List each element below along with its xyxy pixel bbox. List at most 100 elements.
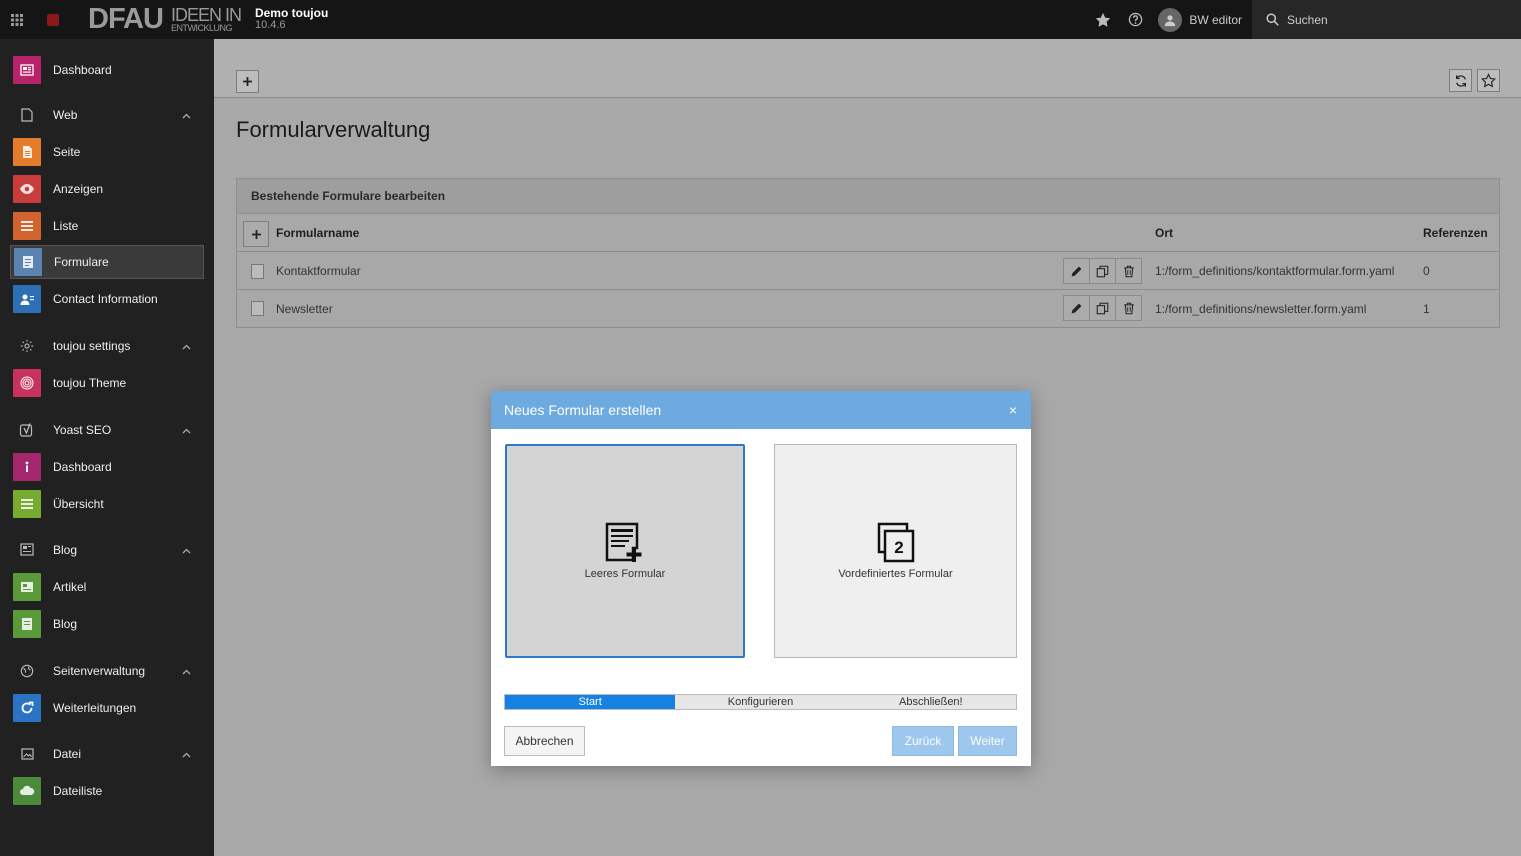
blank-form-option[interactable]: Leeres Formular	[505, 444, 745, 658]
delete-button[interactable]	[1115, 258, 1142, 284]
column-header-referenzen: Referenzen	[1423, 226, 1488, 240]
sidebar-group-label: Datei	[53, 746, 82, 761]
grid-icon	[11, 13, 23, 26]
sidebar-group-blog[interactable]: Blog	[0, 531, 214, 568]
image-icon	[13, 747, 41, 760]
add-form-button[interactable]	[243, 221, 269, 247]
article-icon	[13, 573, 41, 601]
sidebar-item-contact-information[interactable]: Contact Information	[10, 282, 204, 316]
site-info: Demo toujou 10.4.6	[255, 7, 328, 31]
user-name: BW editor	[1189, 12, 1242, 27]
form-location: 1:/form_definitions/newsletter.form.yaml	[1155, 301, 1367, 316]
info-icon	[13, 453, 41, 481]
sidebar-item-label: Seite	[53, 145, 81, 159]
modal-title: Neues Formular erstellen	[504, 402, 662, 418]
chevron-up-icon	[182, 664, 191, 678]
sidebar-item-label: Liste	[53, 219, 79, 233]
modal-header: Neues Formular erstellen ×	[491, 391, 1031, 429]
sidebar-item-label: toujou Theme	[53, 376, 127, 390]
pencil-icon	[1071, 303, 1082, 313]
reload-button[interactable]	[1449, 69, 1472, 92]
bookmarks-button[interactable]	[1086, 0, 1119, 39]
refresh-icon	[1455, 74, 1466, 87]
sidebar-item-yoast-dashboard[interactable]: Dashboard	[10, 450, 204, 484]
back-button[interactable]: Zurück	[892, 726, 954, 756]
edit-button[interactable]	[1063, 295, 1090, 321]
next-button[interactable]: Weiter	[958, 726, 1017, 756]
chevron-up-icon	[182, 339, 191, 353]
new-button[interactable]	[236, 70, 259, 93]
sidebar-item-label: Formulare	[54, 255, 109, 269]
bookmark-button[interactable]	[1477, 69, 1500, 92]
edit-button[interactable]	[1063, 258, 1090, 284]
module-sidebar: Dashboard Web Seite Anzeigen Liste Formu…	[0, 39, 214, 856]
sidebar-item-label: Dashboard	[53, 63, 112, 77]
sidebar-group-seitenverwaltung[interactable]: Seitenverwaltung	[0, 652, 214, 689]
sidebar-group-yoast-seo[interactable]: Yoast SEO	[0, 411, 214, 448]
typo3-logo[interactable]	[34, 0, 72, 39]
avatar	[1158, 7, 1183, 32]
help-icon	[1129, 12, 1143, 27]
form-icon	[14, 248, 42, 276]
module-menu-toggle[interactable]	[0, 0, 34, 39]
page-module-icon	[13, 138, 41, 166]
sidebar-item-formulare[interactable]: Formulare	[10, 245, 204, 279]
new-form-icon	[605, 522, 642, 562]
copy-icon	[1096, 302, 1109, 314]
user-menu[interactable]: BW editor	[1152, 0, 1252, 39]
predefined-form-label: Vordefiniertes Formular	[838, 568, 953, 580]
sidebar-item-dashboard[interactable]: Dashboard	[10, 53, 204, 87]
contact-icon	[13, 285, 41, 313]
logo-big-text: DFAU	[88, 3, 164, 35]
row-actions	[1063, 258, 1142, 284]
search-field[interactable]: Suchen	[1252, 0, 1521, 39]
blog-icon	[13, 610, 41, 638]
trash-icon	[1123, 302, 1134, 314]
delete-button[interactable]	[1115, 295, 1142, 321]
brand-logo: DFAU IDEEN IN ENTWICKLUNG	[88, 3, 242, 36]
chevron-up-icon	[182, 108, 191, 122]
sidebar-item-seite[interactable]: Seite	[10, 135, 204, 169]
sidebar-item-blog[interactable]: Blog	[10, 607, 204, 641]
form-name: Newsletter	[276, 301, 333, 316]
plus-icon	[251, 229, 261, 239]
sidebar-item-liste[interactable]: Liste	[10, 209, 204, 243]
sidebar-item-dateiliste[interactable]: Dateiliste	[10, 774, 204, 808]
eye-icon	[13, 175, 41, 203]
wizard-step-abschliessen: Abschließen!	[845, 695, 1016, 709]
svg-text:2: 2	[894, 538, 903, 557]
table-row: Newsletter 1:/form_definitions/newslette…	[237, 290, 1499, 327]
close-button[interactable]: ×	[1009, 402, 1017, 418]
fingerprint-icon	[13, 369, 41, 397]
sidebar-item-anzeigen[interactable]: Anzeigen	[10, 172, 204, 206]
sidebar-item-weiterleitungen[interactable]: Weiterleitungen	[10, 691, 204, 725]
sidebar-group-toujou-settings[interactable]: toujou settings	[0, 327, 214, 364]
help-button[interactable]	[1119, 0, 1152, 39]
page-icon	[13, 107, 41, 122]
logo-small-text-2: ENTWICKLUNG	[170, 23, 233, 33]
sidebar-group-datei[interactable]: Datei	[0, 735, 214, 772]
form-name: Kontaktformular	[276, 264, 361, 278]
sidebar-group-label: Web	[53, 107, 78, 122]
gear-icon	[13, 339, 41, 353]
form-file-icon	[251, 301, 264, 316]
sidebar-item-uebersicht[interactable]: Übersicht	[10, 487, 204, 521]
sidebar-item-artikel[interactable]: Artikel	[10, 570, 204, 604]
page-title: Formularverwaltung	[236, 117, 431, 142]
sidebar-item-toujou-theme[interactable]: toujou Theme	[10, 366, 204, 400]
new-form-modal: Neues Formular erstellen × Leeres Formul…	[491, 391, 1031, 766]
duplicate-button[interactable]	[1089, 295, 1116, 321]
star-outline-icon	[1481, 73, 1496, 88]
sidebar-item-label: Übersicht	[53, 497, 104, 511]
sidebar-group-web[interactable]: Web	[0, 96, 214, 133]
predefined-form-option[interactable]: 2 Vordefiniertes Formular	[774, 444, 1017, 658]
blank-form-label: Leeres Formular	[584, 568, 666, 580]
redirect-icon	[13, 694, 41, 722]
sidebar-item-label: Artikel	[53, 580, 87, 594]
globe-icon	[13, 664, 41, 678]
cancel-button[interactable]: Abbrechen	[504, 726, 585, 756]
sidebar-group-label: Seitenverwaltung	[53, 663, 146, 678]
sidebar-item-label: Dateiliste	[53, 784, 103, 798]
form-location: 1:/form_definitions/kontaktformular.form…	[1155, 264, 1395, 278]
duplicate-button[interactable]	[1089, 258, 1116, 284]
